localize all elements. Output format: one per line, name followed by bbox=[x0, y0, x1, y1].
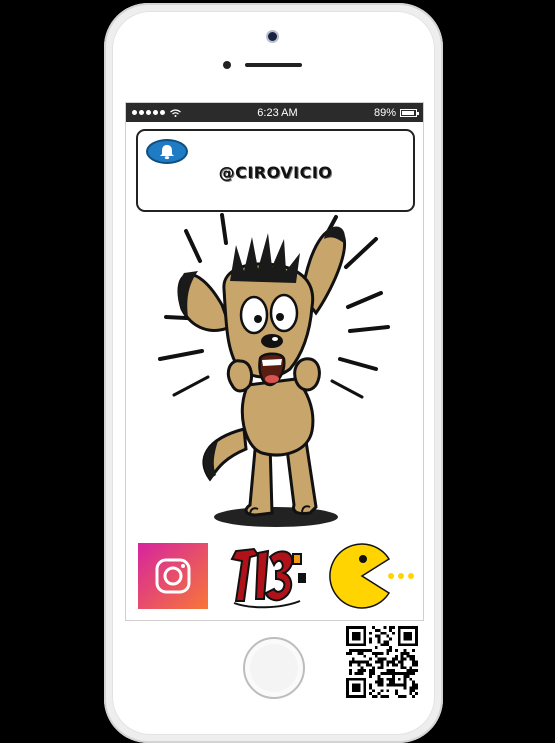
phone-screen: 6:23 AM 89% @CIROVICIO 713 bbox=[125, 102, 424, 621]
username-handle: @CIROVICIO bbox=[218, 163, 333, 182]
battery-percent: 89% bbox=[373, 106, 396, 119]
instagram-icon bbox=[138, 543, 208, 609]
wifi-icon bbox=[170, 108, 181, 117]
pacman-icon bbox=[329, 543, 414, 609]
signal-strength-icon bbox=[132, 110, 165, 115]
qr-code bbox=[346, 626, 418, 698]
713-app[interactable]: 713 bbox=[230, 543, 306, 609]
battery-group: 89% bbox=[373, 106, 419, 119]
front-camera bbox=[266, 30, 279, 43]
home-button[interactable] bbox=[243, 637, 305, 699]
battery-icon bbox=[399, 108, 419, 117]
notification-badge bbox=[146, 139, 188, 164]
battery-level bbox=[401, 110, 414, 115]
713-logo-text: 713 bbox=[270, 582, 272, 584]
ground-shadow bbox=[214, 507, 338, 527]
bell-icon bbox=[160, 144, 174, 159]
earpiece-speaker bbox=[245, 63, 302, 67]
notification-card[interactable]: @CIROVICIO bbox=[136, 129, 415, 212]
signal-group bbox=[132, 108, 181, 117]
scared-dog-illustration bbox=[158, 213, 390, 527]
status-bar: 6:23 AM 89% bbox=[126, 103, 423, 122]
app-row: 713 bbox=[126, 541, 423, 611]
status-time: 6:23 AM bbox=[257, 106, 298, 119]
713-logo-icon: 713 bbox=[230, 547, 306, 609]
instagram-app[interactable] bbox=[138, 543, 208, 609]
proximity-sensor bbox=[223, 61, 231, 69]
pacman-app[interactable] bbox=[329, 543, 415, 609]
